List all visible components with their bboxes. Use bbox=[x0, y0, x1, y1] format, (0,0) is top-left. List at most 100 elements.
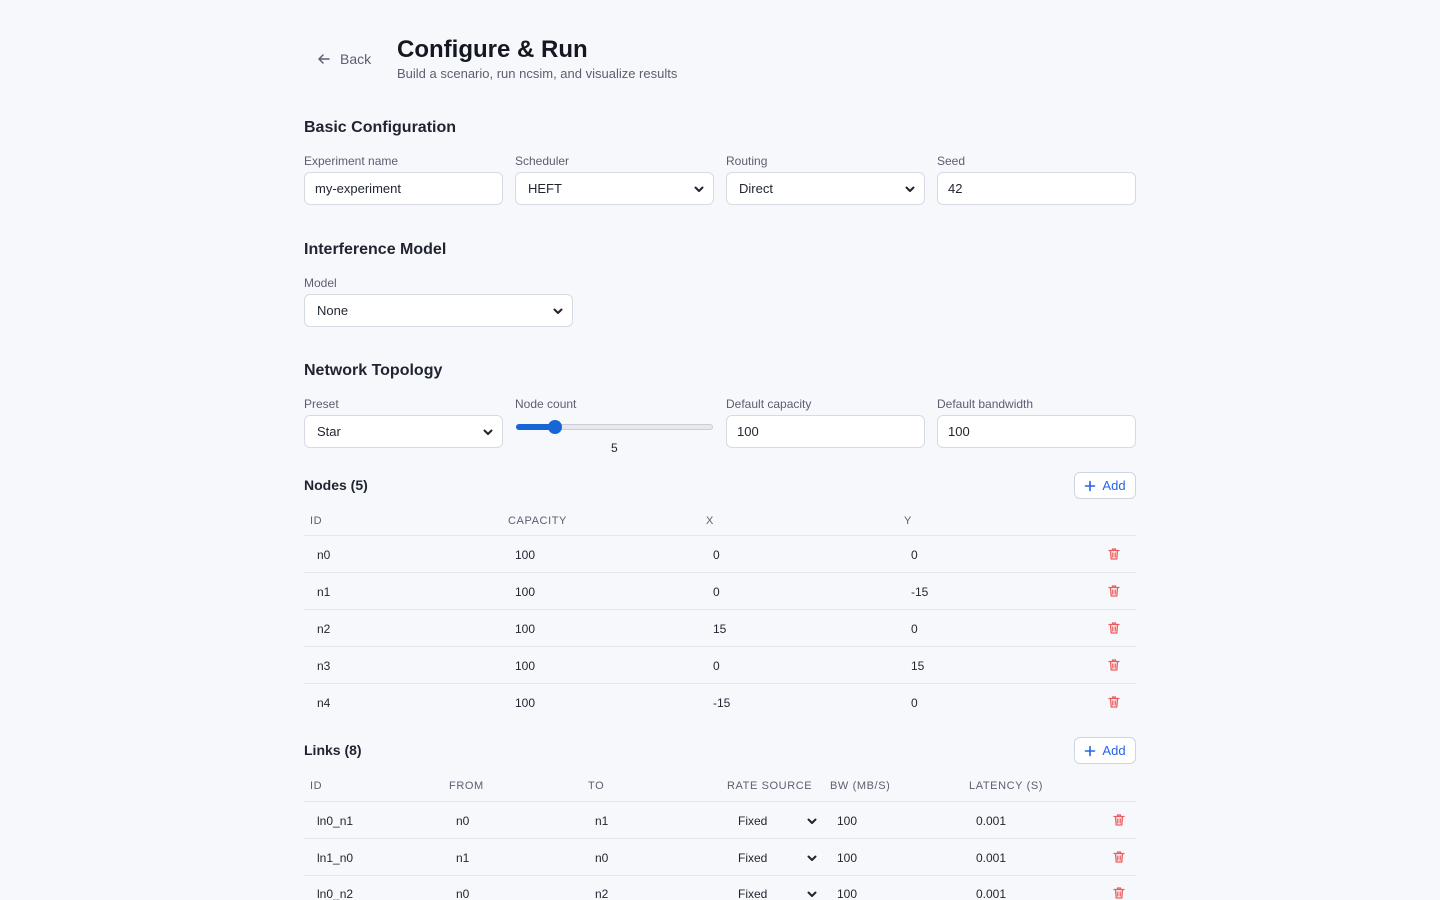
chevron-down-icon bbox=[807, 891, 817, 897]
model-label: Model bbox=[304, 276, 337, 290]
node-count-slider-handle[interactable] bbox=[548, 420, 563, 434]
links-header-rate-source: RATE SOURCE bbox=[727, 780, 813, 792]
delete-node-trash-icon[interactable] bbox=[1107, 621, 1121, 635]
node-y-cell: 0 bbox=[911, 622, 918, 636]
scheduler-value: HEFT bbox=[528, 181, 562, 196]
delete-link-trash-icon[interactable] bbox=[1112, 813, 1126, 827]
default-capacity-value: 100 bbox=[737, 424, 759, 439]
node-x-cell: 15 bbox=[713, 622, 727, 636]
links-header-id: ID bbox=[310, 780, 323, 792]
preset-select[interactable]: Star bbox=[304, 415, 503, 448]
link-latency-cell: 0.001 bbox=[976, 851, 1007, 865]
link-id-cell: ln0_n1 bbox=[317, 814, 354, 828]
basic-config-title: Basic Configuration bbox=[304, 119, 457, 136]
links-header-bw: BW (MB/S) bbox=[830, 780, 891, 792]
add-link-button[interactable]: Add bbox=[1074, 737, 1136, 764]
chevron-down-icon bbox=[807, 855, 817, 861]
links-header-latency: LATENCY (S) bbox=[969, 780, 1044, 792]
default-capacity-input[interactable]: 100 bbox=[726, 415, 925, 448]
delete-link-trash-icon[interactable] bbox=[1112, 850, 1126, 864]
topology-title: Network Topology bbox=[304, 362, 443, 379]
chevron-down-icon bbox=[694, 186, 704, 192]
delete-link-trash-icon[interactable] bbox=[1112, 886, 1126, 900]
scheduler-label: Scheduler bbox=[515, 154, 570, 168]
rate-source-select[interactable]: Fixed bbox=[738, 814, 818, 828]
scheduler-select[interactable]: HEFT bbox=[515, 172, 714, 205]
node-id-cell: n4 bbox=[317, 696, 331, 710]
node-count-label: Node count bbox=[515, 397, 577, 411]
node-id-cell: n0 bbox=[317, 548, 331, 562]
page-title: Configure & Run bbox=[397, 36, 588, 63]
experiment-name-value: my-experiment bbox=[315, 181, 401, 196]
routing-value: Direct bbox=[739, 181, 773, 196]
link-to-cell: n2 bbox=[595, 887, 609, 900]
add-node-label: Add bbox=[1102, 478, 1126, 493]
nodes-title: Nodes (5) bbox=[304, 477, 368, 493]
table-row-divider bbox=[304, 838, 1136, 839]
seed-value: 42 bbox=[948, 181, 963, 196]
default-bandwidth-value: 100 bbox=[948, 424, 970, 439]
table-row-divider bbox=[304, 609, 1136, 610]
node-capacity-cell: 100 bbox=[515, 659, 536, 673]
nodes-header-id: ID bbox=[310, 515, 323, 527]
link-to-cell: n1 bbox=[595, 814, 609, 828]
model-value: None bbox=[317, 303, 349, 318]
default-bandwidth-label: Default bandwidth bbox=[937, 397, 1034, 411]
link-id-cell: ln0_n2 bbox=[317, 887, 354, 900]
table-row-divider bbox=[304, 646, 1136, 647]
table-row-divider bbox=[304, 572, 1136, 573]
plus-icon bbox=[1085, 745, 1096, 756]
seed-input[interactable]: 42 bbox=[937, 172, 1136, 205]
rate-source-select[interactable]: Fixed bbox=[738, 851, 818, 865]
link-from-cell: n0 bbox=[456, 887, 470, 900]
node-y-cell: 15 bbox=[911, 659, 925, 673]
link-latency-cell: 0.001 bbox=[976, 814, 1007, 828]
default-bandwidth-input[interactable]: 100 bbox=[937, 415, 1136, 448]
node-y-cell: -15 bbox=[911, 585, 929, 599]
nodes-header-x: X bbox=[706, 515, 714, 527]
node-id-cell: n3 bbox=[317, 659, 331, 673]
routing-label: Routing bbox=[726, 154, 768, 168]
node-id-cell: n2 bbox=[317, 622, 331, 636]
preset-value: Star bbox=[317, 424, 341, 439]
nodes-header-capacity: CAPACITY bbox=[508, 515, 567, 527]
node-capacity-cell: 100 bbox=[515, 696, 536, 710]
node-x-cell: -15 bbox=[713, 696, 731, 710]
node-count-value: 5 bbox=[611, 441, 618, 455]
add-link-label: Add bbox=[1102, 743, 1126, 758]
add-node-button[interactable]: Add bbox=[1074, 472, 1136, 499]
node-y-cell: 0 bbox=[911, 696, 918, 710]
plus-icon bbox=[1085, 480, 1096, 491]
arrow-left-icon bbox=[318, 54, 330, 64]
links-title: Links (8) bbox=[304, 742, 362, 758]
delete-node-trash-icon[interactable] bbox=[1107, 584, 1121, 598]
delete-node-trash-icon[interactable] bbox=[1107, 695, 1121, 709]
rate-source-select[interactable]: Fixed bbox=[738, 887, 818, 900]
seed-label: Seed bbox=[937, 154, 966, 168]
experiment-name-input[interactable]: my-experiment bbox=[304, 172, 503, 205]
node-x-cell: 0 bbox=[713, 548, 720, 562]
link-bw-cell: 100 bbox=[837, 887, 858, 900]
page-subtitle: Build a scenario, run ncsim, and visuali… bbox=[397, 66, 678, 81]
routing-select[interactable]: Direct bbox=[726, 172, 925, 205]
chevron-down-icon bbox=[483, 429, 493, 435]
table-row-divider bbox=[304, 683, 1136, 684]
link-to-cell: n0 bbox=[595, 851, 609, 865]
rate-source-value: Fixed bbox=[738, 851, 768, 865]
node-x-cell: 0 bbox=[713, 585, 720, 599]
link-bw-cell: 100 bbox=[837, 851, 858, 865]
chevron-down-icon bbox=[807, 818, 817, 824]
node-capacity-cell: 100 bbox=[515, 622, 536, 636]
links-header-to: TO bbox=[588, 780, 605, 792]
model-select[interactable]: None bbox=[304, 294, 573, 327]
links-header-from: FROM bbox=[449, 780, 484, 792]
node-y-cell: 0 bbox=[911, 548, 918, 562]
links-header-divider bbox=[304, 801, 1136, 802]
delete-node-trash-icon[interactable] bbox=[1107, 658, 1121, 672]
back-button[interactable]: Back bbox=[316, 49, 371, 69]
link-from-cell: n0 bbox=[456, 814, 470, 828]
rate-source-value: Fixed bbox=[738, 887, 768, 900]
node-x-cell: 0 bbox=[713, 659, 720, 673]
default-capacity-label: Default capacity bbox=[726, 397, 812, 411]
delete-node-trash-icon[interactable] bbox=[1107, 547, 1121, 561]
